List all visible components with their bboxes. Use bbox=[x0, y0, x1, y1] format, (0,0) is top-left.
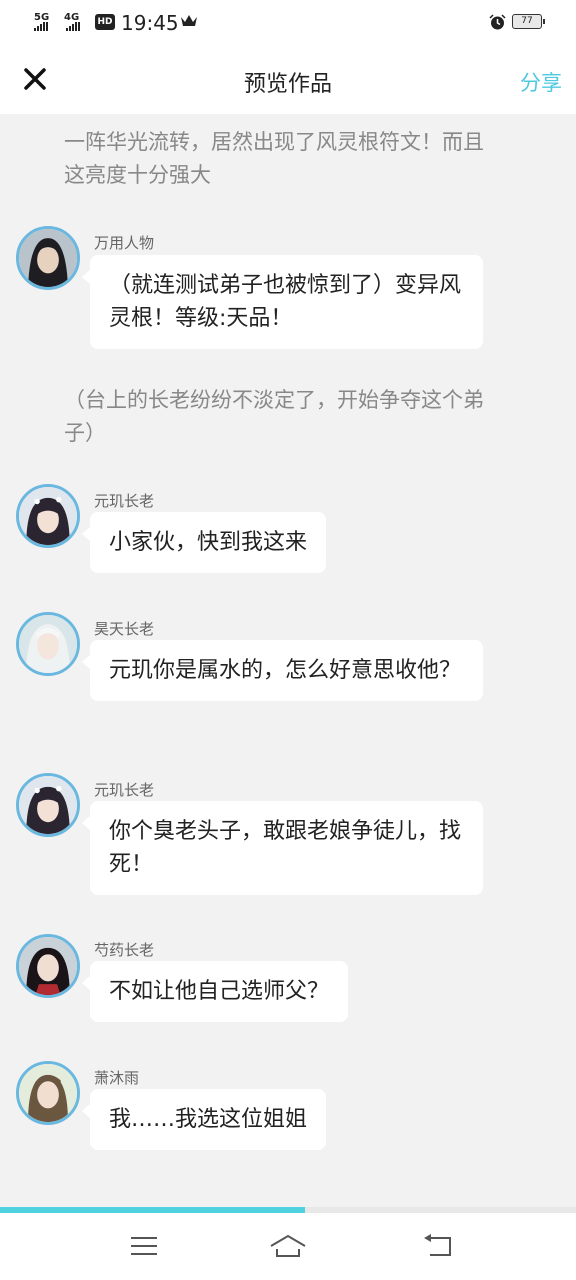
avatar[interactable] bbox=[16, 226, 80, 290]
status-time: 19:45 bbox=[121, 11, 179, 35]
speech-bubble: 你个臭老头子，敢跟老娘争徒儿，找死！ bbox=[82, 801, 483, 895]
home-icon[interactable] bbox=[268, 1231, 308, 1261]
menu-icon[interactable] bbox=[124, 1231, 164, 1261]
back-icon[interactable] bbox=[418, 1231, 458, 1261]
top-bar: 预览作品 分享 bbox=[0, 46, 576, 114]
speaker-name: 元玑长老 bbox=[94, 781, 155, 799]
speech-bubble: 元玑你是属水的，怎么好意思收他？ bbox=[82, 640, 483, 701]
speech-bubble: 不如让他自己选师父？ bbox=[81, 961, 349, 1022]
share-button[interactable]: 分享 bbox=[520, 67, 562, 97]
avatar[interactable] bbox=[16, 1061, 80, 1125]
speaker-name: 昊天长老 bbox=[94, 620, 155, 638]
avatar[interactable] bbox=[16, 773, 80, 837]
avatar[interactable] bbox=[16, 934, 80, 998]
battery-indicator: 77 bbox=[512, 14, 545, 29]
speech-bubble: （就连测试弟子也被惊到了）变异风灵根！等级:天品！ bbox=[82, 255, 483, 349]
system-nav-bar bbox=[0, 1213, 576, 1280]
signal-5g-icon bbox=[34, 22, 48, 31]
crown-icon bbox=[181, 15, 197, 26]
speaker-name: 芍药长老 bbox=[94, 941, 155, 959]
status-bar: 5G 4G HD 19:45 77 bbox=[0, 0, 576, 46]
speaker-name: 元玑长老 bbox=[94, 492, 155, 510]
avatar[interactable] bbox=[16, 484, 80, 548]
page-title: 预览作品 bbox=[243, 72, 332, 97]
speaker-name: 萧沐雨 bbox=[94, 1069, 140, 1087]
narration-text: 一阵华光流转，居然出现了风灵根符文！而且这亮度十分强大 bbox=[64, 130, 484, 187]
signal-4g-icon bbox=[66, 22, 80, 31]
speech-bubble: 我……我选这位姐姐 bbox=[81, 1089, 327, 1150]
avatar[interactable] bbox=[16, 612, 80, 676]
narration-text: （台上的长老纷纷不淡定了，开始争夺这个弟子） bbox=[64, 388, 484, 445]
hd-badge: HD bbox=[95, 14, 115, 30]
alarm-icon bbox=[489, 14, 506, 30]
speech-bubble: 小家伙，快到我这来 bbox=[81, 512, 327, 573]
speaker-name: 万用人物 bbox=[94, 234, 155, 252]
